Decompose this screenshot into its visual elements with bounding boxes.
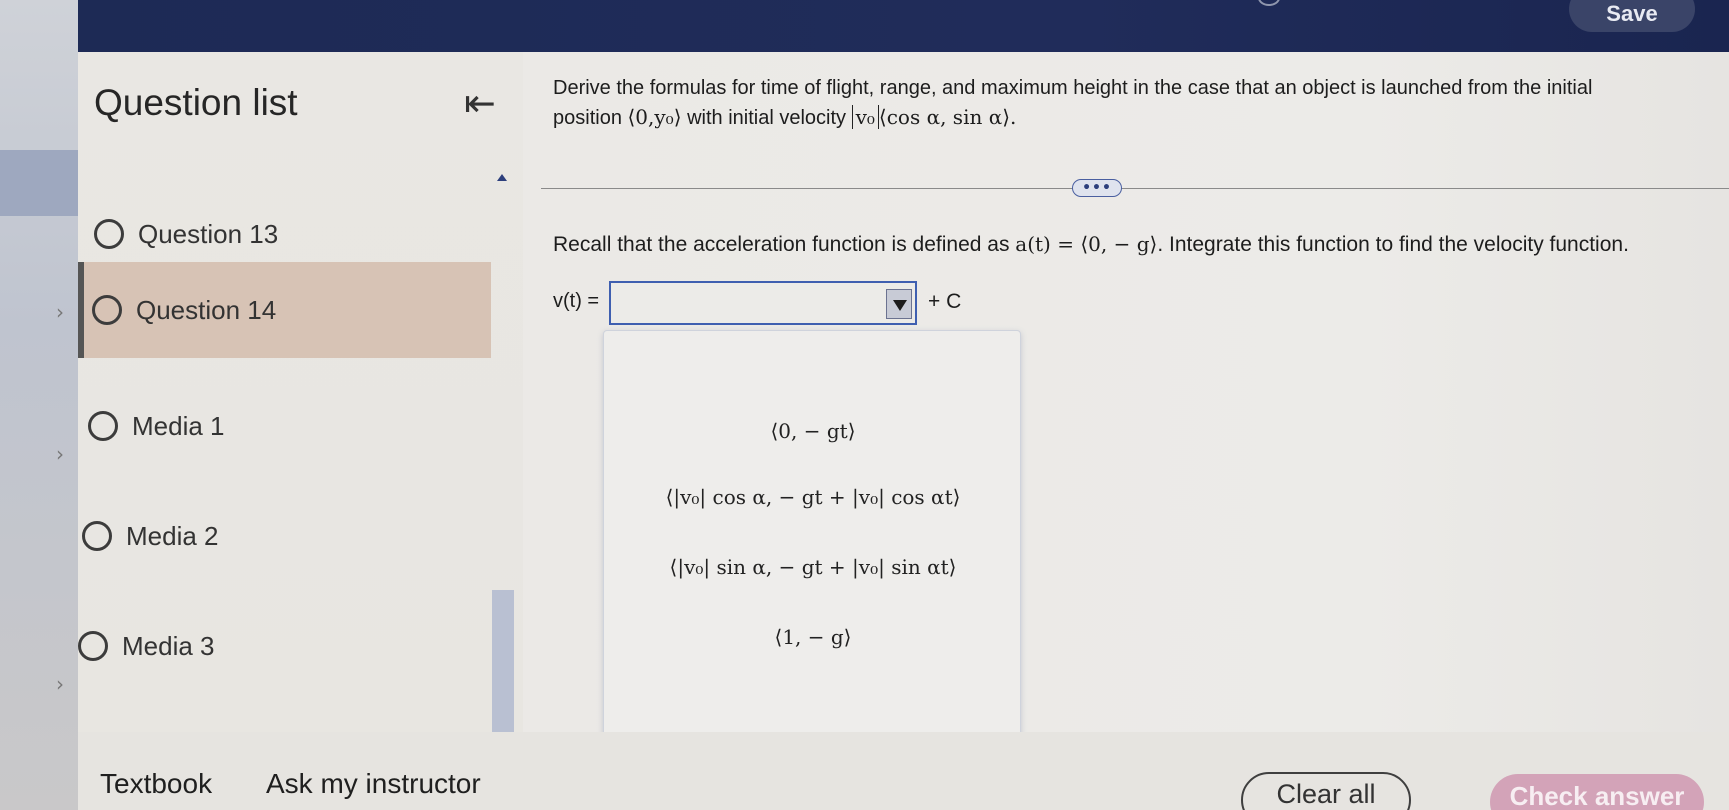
sidebar-item-question-14[interactable]: Question 14 [78, 262, 491, 358]
prompt-line-2: position ⟨0,y₀⟩ with initial velocity v₀… [553, 103, 1723, 133]
section-divider [541, 188, 1729, 189]
chevron-right-icon: › [56, 442, 64, 466]
prompt-text: position [553, 107, 622, 129]
show-more-button[interactable]: ••• [1072, 179, 1122, 197]
direction-vector-expr: ⟨cos α, sin α⟩. [878, 105, 1017, 129]
textbook-link[interactable]: Textbook [100, 768, 212, 800]
dropdown-option[interactable]: ⟨|v₀| sin α, − gt + |v₀| sin αt⟩ [604, 555, 1022, 579]
question-content: Derive the formulas for time of flight, … [523, 52, 1729, 750]
edge-band [0, 150, 78, 216]
radio-icon [88, 411, 118, 441]
scroll-up-icon[interactable] [497, 174, 507, 181]
question-list-scrollbar[interactable] [490, 162, 516, 765]
sidebar-item-label: Media 3 [122, 630, 215, 661]
question-list-panel: Question list ⇤ Question 13 Question 14 … [78, 52, 523, 765]
chevron-right-icon: › [56, 672, 64, 696]
sidebar-item-label: Media 2 [126, 520, 219, 551]
sidebar-item-media-1[interactable]: Media 1 [78, 378, 491, 474]
clear-all-button[interactable]: Clear all [1241, 772, 1411, 810]
top-bar: Save [78, 0, 1729, 52]
dropdown-option[interactable]: ⟨|v₀| cos α, − gt + |v₀| cos αt⟩ [604, 485, 1022, 509]
prompt-text: with initial velocity [687, 107, 847, 129]
prompt-line-1: Derive the formulas for time of flight, … [553, 77, 1593, 99]
radio-icon [78, 631, 108, 661]
velocity-answer-dropdown[interactable] [609, 281, 917, 325]
check-answer-button[interactable]: Check answer [1490, 774, 1704, 810]
question-prompt: Derive the formulas for time of flight, … [553, 74, 1723, 133]
sidebar-item-label: Question 13 [138, 218, 279, 249]
dropdown-option[interactable]: ⟨1, − g⟩ [604, 625, 1022, 649]
velocity-label: v(t) = [553, 290, 600, 312]
plus-c-label: + C [928, 290, 962, 313]
screen-edge: › › › [0, 0, 78, 810]
collapse-panel-icon[interactable]: ⇤ [464, 84, 496, 122]
sidebar-item-media-2[interactable]: Media 2 [78, 488, 491, 584]
v0-magnitude-expr: v₀ [851, 105, 879, 129]
save-button[interactable]: Save [1569, 0, 1695, 32]
chevron-right-icon: › [56, 300, 64, 324]
dropdown-options-list: ⟨0, − gt⟩ ⟨|v₀| cos α, − gt + |v₀| cos α… [603, 330, 1021, 750]
recall-tail: . Integrate this function to find the ve… [1157, 233, 1629, 256]
sidebar-item-media-3[interactable]: Media 3 [78, 598, 491, 694]
ask-instructor-link[interactable]: Ask my instructor [266, 768, 481, 800]
sidebar-item-label: Question 14 [136, 294, 277, 325]
radio-icon [92, 295, 122, 325]
acceleration-expr: a(t) = ⟨0, − g⟩ [1015, 232, 1158, 256]
sidebar-item-label: Media 1 [132, 410, 225, 441]
initial-position-expr: ⟨0,y₀⟩ [627, 105, 682, 129]
scroll-thumb[interactable] [492, 590, 514, 750]
bottom-toolbar: Textbook Ask my instructor Clear all Che… [78, 732, 1729, 810]
help-icon[interactable] [1258, 0, 1280, 6]
dropdown-arrow-icon[interactable] [886, 289, 912, 319]
recall-sentence: Recall that the acceleration function is… [553, 233, 1010, 256]
radio-icon [82, 521, 112, 551]
question-list-title: Question list [94, 82, 298, 123]
recall-text: Recall that the acceleration function is… [553, 232, 1629, 257]
dropdown-option[interactable]: ⟨0, − gt⟩ [604, 419, 1022, 443]
radio-icon [94, 219, 124, 249]
